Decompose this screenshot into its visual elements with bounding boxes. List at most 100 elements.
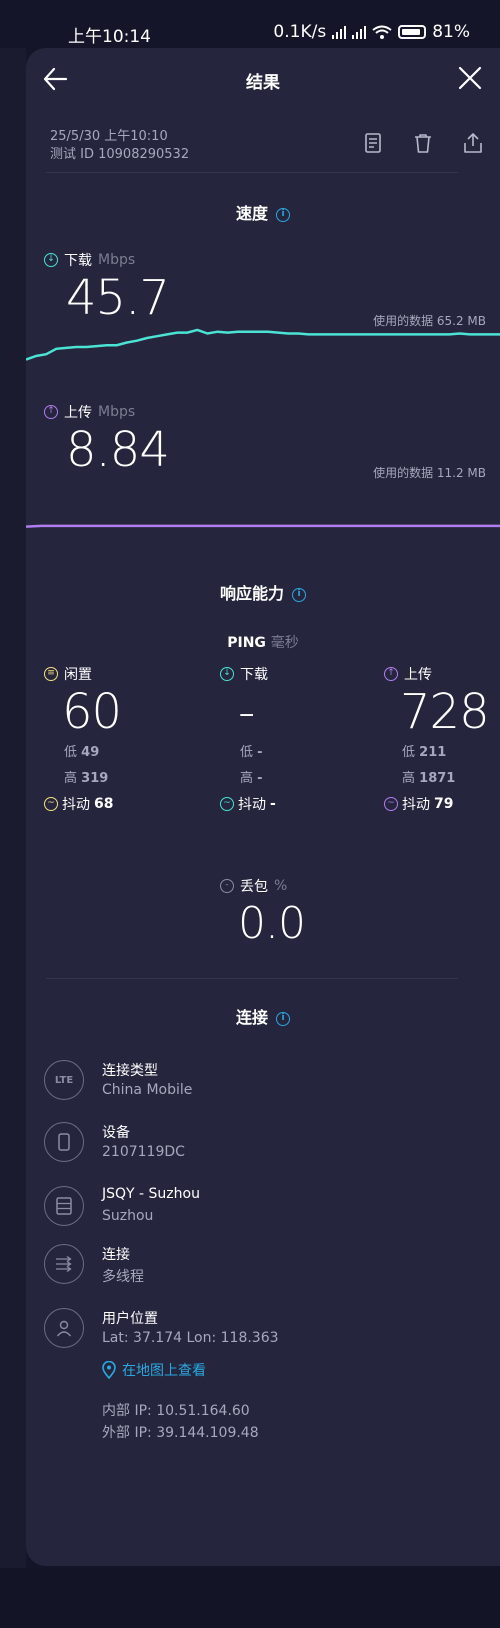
connection-title-text: 连接 <box>235 1008 268 1027</box>
connection-type-value: China Mobile <box>102 1082 193 1098</box>
upload-arrow-icon: ↑ <box>44 405 58 419</box>
packet-loss-label-row: - 丢包 % <box>220 876 305 896</box>
network-speed: 0.1K/s <box>273 22 327 42</box>
connection-section-title: 连接 i <box>26 1004 500 1028</box>
info-icon[interactable]: i <box>292 587 306 602</box>
ping-header: PING 毫秒 <box>26 632 500 652</box>
divider <box>46 978 458 979</box>
ping-upload-high: 高 1871 <box>384 766 489 792</box>
user-icon <box>44 1308 84 1348</box>
high-value: - <box>257 771 263 786</box>
ping-download-high: 高 - <box>220 766 276 792</box>
user-location-item: 用户位置 Lat: 37.174 Lon: 118.363 在地图上查看 内部 … <box>44 1308 484 1448</box>
server-item[interactable]: JSQY - Suzhou Suzhou <box>44 1186 484 1246</box>
server-location: Suzhou <box>102 1208 154 1224</box>
ping-idle-jitter: ~ 抖动 68 <box>44 794 121 814</box>
high-label: 高 <box>402 771 416 786</box>
ping-upload-jitter: ~ 抖动 79 <box>384 794 489 814</box>
upload-label-row: ↑ 上传 Mbps <box>44 402 135 422</box>
ping-upload-low: 低 211 <box>384 740 489 766</box>
idle-icon: ≡ <box>44 667 58 681</box>
results-card: 结果 25/5/30 上午10:10 测试 ID 10908290532 速度 i… <box>26 48 500 1566</box>
upload-speed-value: 8.84 <box>66 422 170 478</box>
page-title: 结果 <box>246 73 280 93</box>
jitter-icon: ~ <box>44 797 58 811</box>
ping-unit: 毫秒 <box>270 635 299 651</box>
ping-download-label-row: ↓ 下载 <box>220 664 276 684</box>
jitter-label: 抖动 <box>238 797 266 813</box>
info-icon[interactable]: i <box>276 207 290 222</box>
phone-icon <box>44 1122 84 1162</box>
user-location-label: 用户位置 <box>102 1311 158 1327</box>
ping-idle-label-row: ≡ 闲置 <box>44 664 121 684</box>
ping-idle-value: 60 <box>62 684 122 740</box>
speed-section-title: 速度 i <box>26 200 500 224</box>
upload-line <box>26 524 500 528</box>
ping-download: ↓ 下载 - 低 - 高 - ~ 抖动 - <box>220 664 276 814</box>
signal-icon <box>332 25 347 39</box>
high-label: 高 <box>240 771 254 786</box>
test-date: 25/5/30 上午10:10 <box>50 129 168 144</box>
low-label: 低 <box>240 745 254 760</box>
internal-ip: 内部 IP: 10.51.164.60 <box>102 1403 250 1419</box>
server-name: JSQY - Suzhou <box>102 1186 200 1202</box>
divider <box>46 172 458 173</box>
multi-thread-icon <box>44 1244 84 1284</box>
ping-upload-value: 728 <box>400 684 490 740</box>
jitter-label: 抖动 <box>402 797 430 813</box>
upload-unit: Mbps <box>98 404 136 420</box>
ping-idle-low: 低 49 <box>44 740 121 766</box>
high-label: 高 <box>64 771 78 786</box>
status-bar: 上午10:14 0.1K/s 81% <box>0 0 500 48</box>
download-line <box>26 328 500 361</box>
upload-label: 上传 <box>64 405 92 421</box>
device-value: 2107119DC <box>102 1144 185 1160</box>
info-icon[interactable]: i <box>276 1011 290 1026</box>
high-value: 1871 <box>419 771 456 786</box>
share-icon[interactable] <box>462 132 484 154</box>
document-icon[interactable] <box>362 132 384 154</box>
download-graph <box>26 328 500 361</box>
ping-upload: ↑ 上传 728 低 211 高 1871 ~ 抖动 79 <box>384 664 490 814</box>
packet-loss-icon: - <box>220 879 234 893</box>
ping-upload-label-row: ↑ 上传 <box>384 664 489 684</box>
status-time: 上午10:14 <box>68 27 151 47</box>
low-label: 低 <box>64 745 78 760</box>
close-icon[interactable] <box>458 66 482 90</box>
upload-graph <box>26 524 500 528</box>
view-on-map-link[interactable]: 在地图上查看 <box>102 1360 206 1380</box>
low-value: 49 <box>81 745 100 760</box>
battery-icon <box>398 25 427 39</box>
jitter-value: 79 <box>434 796 454 812</box>
test-meta: 25/5/30 上午10:10 测试 ID 10908290532 <box>50 128 189 164</box>
ping-idle: ≡ 闲置 60 低 49 高 319 ~ 抖动 68 <box>44 664 122 814</box>
external-ip: 外部 IP: 39.144.109.48 <box>102 1425 259 1441</box>
download-arrow-icon: ↓ <box>44 253 58 267</box>
low-value: - <box>257 745 263 760</box>
top-bar: 结果 <box>26 48 500 108</box>
device-label: 设备 <box>102 1125 130 1141</box>
jitter-value: - <box>270 796 276 812</box>
download-speed-value: 45.7 <box>66 270 170 326</box>
jitter-label: 抖动 <box>62 797 90 813</box>
ping-download-label: 下载 <box>240 667 268 683</box>
jitter-icon: ~ <box>220 797 234 811</box>
connection-type-label: 连接类型 <box>102 1063 158 1079</box>
toolbar <box>362 132 484 154</box>
jitter-value: 68 <box>94 796 114 812</box>
connections-value: 多线程 <box>102 1269 144 1285</box>
speed-title-text: 速度 <box>235 204 268 223</box>
battery-level: 81% <box>432 22 470 42</box>
packet-loss-unit: % <box>274 878 288 894</box>
signal-icon-2 <box>352 25 367 39</box>
connections-mode-item: 连接 多线程 <box>44 1244 484 1304</box>
test-id: 测试 ID 10908290532 <box>50 147 190 162</box>
server-icon <box>44 1186 84 1226</box>
download-arrow-icon: ↓ <box>220 667 234 681</box>
download-label: 下载 <box>64 253 92 269</box>
download-unit: Mbps <box>98 252 136 268</box>
upload-arrow-icon: ↑ <box>384 667 398 681</box>
low-label: 低 <box>402 745 416 760</box>
trash-icon[interactable] <box>412 132 434 154</box>
background-bottom <box>0 1568 500 1628</box>
